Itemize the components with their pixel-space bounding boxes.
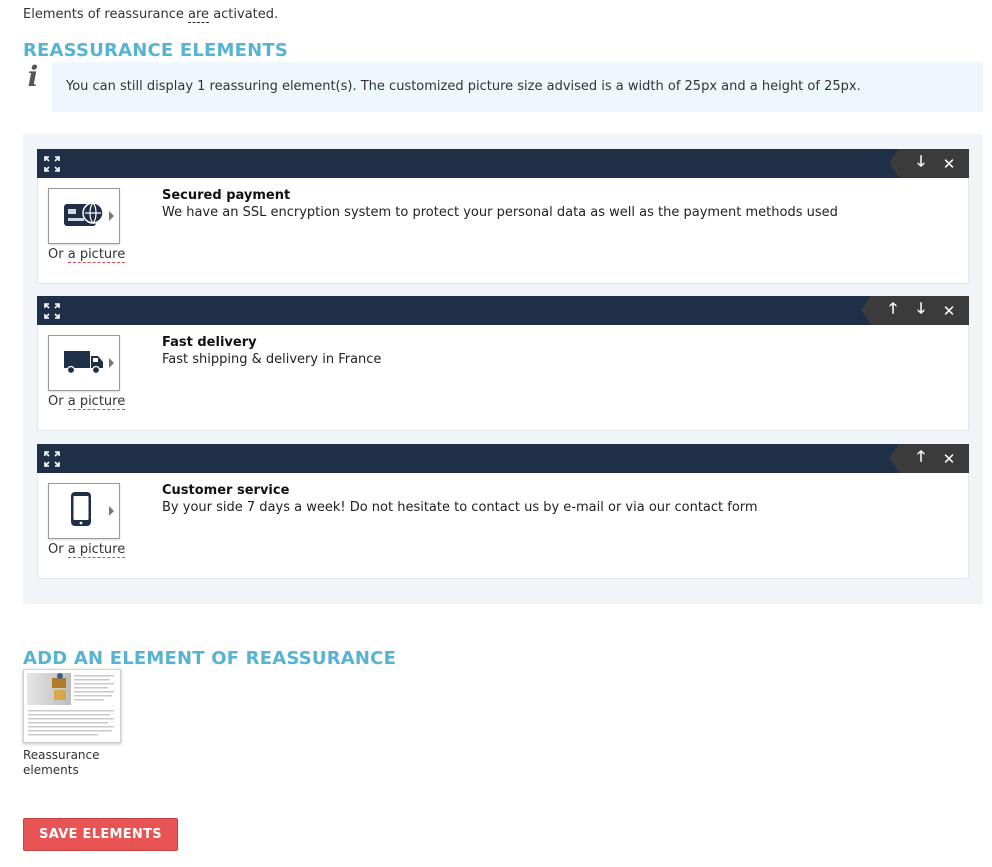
element-description: By your side 7 days a week! Do not hesit…	[162, 500, 758, 515]
or-picture-text: Or a picture	[48, 394, 126, 410]
element-title: Customer service	[162, 483, 290, 498]
element-body: Or a picture Secured payment We have an …	[37, 178, 969, 284]
add-element-section-title: ADD AN ELEMENT OF REASSURANCE	[23, 648, 397, 669]
reassurance-element-customer-service: 🡑 ✕ Or a picture Customer service By you…	[37, 444, 969, 579]
element-header[interactable]: 🡑 ✕	[37, 444, 969, 473]
reassurance-elements-panel: 🡓 ✕ Or a picture Secured payment We have…	[23, 134, 983, 604]
reassurance-template-thumbnail[interactable]	[23, 669, 121, 743]
move-up-icon[interactable]: 🡑	[907, 444, 935, 473]
caret-right-icon	[109, 358, 114, 368]
close-icon[interactable]: ✕	[935, 296, 963, 325]
element-actions: 🡓 ✕	[889, 149, 969, 178]
reassurance-element-fast-delivery: 🡑 🡓 ✕ Or a picture Fast delivery Fast sh…	[37, 296, 969, 431]
smartphone-icon	[71, 492, 91, 526]
info-icon: i	[27, 60, 39, 93]
save-elements-button[interactable]: SAVE ELEMENTS	[23, 818, 178, 851]
expand-icon[interactable]	[44, 451, 60, 467]
element-body: Or a picture Fast delivery Fast shipping…	[37, 325, 969, 431]
move-down-icon[interactable]: 🡓	[907, 296, 935, 325]
or-picture-text: Or a picture	[48, 542, 126, 558]
or-picture-text: Or a picture	[48, 247, 126, 263]
template-preview-image	[24, 670, 120, 742]
element-header[interactable]: 🡓 ✕	[37, 149, 969, 178]
credit-card-icon	[64, 202, 104, 226]
choose-picture-link[interactable]: a picture	[67, 247, 126, 263]
template-label: Reassurance elements	[23, 748, 100, 777]
element-description: Fast shipping & delivery in France	[162, 352, 382, 367]
move-down-icon[interactable]: 🡓	[907, 149, 935, 178]
element-title: Secured payment	[162, 188, 291, 203]
close-icon[interactable]: ✕	[935, 149, 963, 178]
reassurance-element-secured-payment: 🡓 ✕ Or a picture Secured payment We have…	[37, 149, 969, 284]
icon-picker[interactable]	[48, 483, 120, 539]
element-body: Or a picture Customer service By your si…	[37, 473, 969, 579]
element-actions: 🡑 🡓 ✕	[861, 296, 969, 325]
caret-right-icon	[109, 506, 114, 516]
truck-icon	[64, 351, 103, 375]
element-description: We have an SSL encryption system to prot…	[162, 205, 838, 220]
expand-icon[interactable]	[44, 156, 60, 172]
info-box: You can still display 1 reassuring eleme…	[52, 62, 983, 112]
element-header[interactable]: 🡑 🡓 ✕	[37, 296, 969, 325]
move-up-icon[interactable]: 🡑	[879, 296, 907, 325]
icon-picker[interactable]	[48, 188, 120, 244]
reassurance-section-title: REASSURANCE ELEMENTS	[23, 40, 289, 61]
element-actions: 🡑 ✕	[889, 444, 969, 473]
choose-picture-link[interactable]: a picture	[67, 542, 126, 558]
expand-icon[interactable]	[44, 303, 60, 319]
close-icon[interactable]: ✕	[935, 444, 963, 473]
choose-picture-link[interactable]: a picture	[67, 394, 126, 410]
icon-picker[interactable]	[48, 335, 120, 391]
caret-right-icon	[109, 211, 114, 221]
status-message: Elements of reassurance are activated.	[23, 7, 279, 23]
spellcheck-word: are	[188, 7, 210, 23]
element-title: Fast delivery	[162, 335, 257, 350]
